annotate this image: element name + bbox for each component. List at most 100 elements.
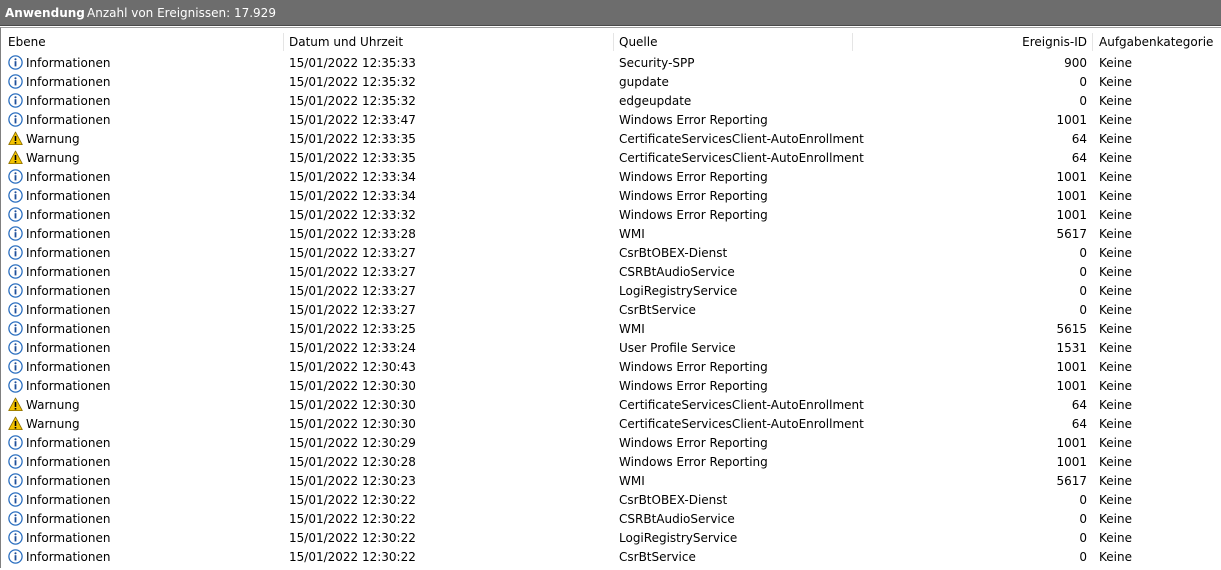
source-cell: CertificateServicesClient-AutoEnrollment bbox=[619, 132, 864, 146]
source-cell: WMI bbox=[619, 322, 645, 336]
date-cell: 15/01/2022 12:33:35 bbox=[289, 151, 416, 165]
info-icon bbox=[8, 530, 23, 545]
source-cell: WMI bbox=[619, 474, 645, 488]
info-icon bbox=[8, 245, 23, 260]
table-row[interactable]: Informationen 15/01/2022 12:33:27 CSRBtAud… bbox=[3, 263, 1221, 282]
event-id-cell: 0 bbox=[1079, 94, 1087, 108]
table-row[interactable]: Informationen 15/01/2022 12:33:24 User Pro… bbox=[3, 339, 1221, 358]
info-icon bbox=[8, 55, 23, 70]
date-cell: 15/01/2022 12:35:32 bbox=[289, 75, 416, 89]
source-cell: CSRBtAudioService bbox=[619, 512, 735, 526]
table-row[interactable]: Warnung 15/01/2022 12:33:35 CertificateSer… bbox=[3, 149, 1221, 168]
table-row[interactable]: Informationen 15/01/2022 12:33:47 Windows … bbox=[3, 111, 1221, 130]
level-cell: Informationen bbox=[8, 510, 110, 529]
level-label: Informationen bbox=[26, 113, 111, 127]
category-cell: Keine bbox=[1099, 170, 1132, 184]
column-header-date[interactable]: Datum und Uhrzeit bbox=[289, 31, 403, 53]
level-cell: Informationen bbox=[8, 548, 110, 567]
table-row[interactable]: Informationen 15/01/2022 12:33:34 Windows … bbox=[3, 187, 1221, 206]
event-id-cell: 64 bbox=[1071, 132, 1087, 146]
category-cell: Keine bbox=[1099, 227, 1132, 241]
level-label: Informationen bbox=[26, 265, 111, 279]
table-row[interactable]: Warnung 15/01/2022 12:30:30 CertificateSer… bbox=[3, 396, 1221, 415]
table-row[interactable]: Informationen 15/01/2022 12:33:27 CsrBtSer… bbox=[3, 301, 1221, 320]
table-row[interactable]: Informationen 15/01/2022 12:30:22 CSRBtAud… bbox=[3, 510, 1221, 529]
level-cell: Informationen bbox=[8, 225, 110, 244]
table-row[interactable]: Informationen 15/01/2022 12:30:22 CsrBtOBE… bbox=[3, 491, 1221, 510]
info-icon bbox=[8, 473, 23, 488]
table-row[interactable]: Warnung 15/01/2022 12:30:30 CertificateSer… bbox=[3, 415, 1221, 434]
column-divider[interactable] bbox=[852, 33, 853, 51]
column-header-event-id[interactable]: Ereignis-ID bbox=[1003, 31, 1087, 53]
info-icon bbox=[8, 549, 23, 564]
info-icon bbox=[8, 378, 23, 393]
table-row[interactable]: Informationen 15/01/2022 12:30:23 WMI 5617 K… bbox=[3, 472, 1221, 491]
level-label: Informationen bbox=[26, 474, 111, 488]
event-id-cell: 1001 bbox=[1056, 360, 1087, 374]
date-cell: 15/01/2022 12:33:34 bbox=[289, 170, 416, 184]
date-cell: 15/01/2022 12:33:25 bbox=[289, 322, 416, 336]
level-label: Informationen bbox=[26, 303, 111, 317]
date-cell: 15/01/2022 12:30:22 bbox=[289, 550, 416, 564]
level-label: Warnung bbox=[26, 417, 80, 431]
level-label: Warnung bbox=[26, 151, 80, 165]
source-cell: CertificateServicesClient-AutoEnrollment bbox=[619, 417, 864, 431]
date-cell: 15/01/2022 12:30:30 bbox=[289, 398, 416, 412]
table-row[interactable]: Informationen 15/01/2022 12:30:28 Windows … bbox=[3, 453, 1221, 472]
table-row[interactable]: Informationen 15/01/2022 12:33:32 Windows … bbox=[3, 206, 1221, 225]
level-label: Informationen bbox=[26, 94, 111, 108]
level-label: Informationen bbox=[26, 284, 111, 298]
table-row[interactable]: Informationen 15/01/2022 12:33:25 WMI 5615 K… bbox=[3, 320, 1221, 339]
table-row[interactable]: Informationen 15/01/2022 12:33:34 Windows … bbox=[3, 168, 1221, 187]
event-id-cell: 0 bbox=[1079, 550, 1087, 564]
level-label: Informationen bbox=[26, 512, 111, 526]
info-icon bbox=[8, 492, 23, 507]
column-divider[interactable] bbox=[613, 33, 614, 51]
level-cell: Informationen bbox=[8, 244, 110, 263]
source-cell: Windows Error Reporting bbox=[619, 170, 768, 184]
info-icon bbox=[8, 207, 23, 222]
date-cell: 15/01/2022 12:33:47 bbox=[289, 113, 416, 127]
table-row[interactable]: Informationen 15/01/2022 12:35:32 edgeupda… bbox=[3, 92, 1221, 111]
table-row[interactable]: Informationen 15/01/2022 12:30:29 Windows … bbox=[3, 434, 1221, 453]
column-divider[interactable] bbox=[283, 33, 284, 51]
category-cell: Keine bbox=[1099, 531, 1132, 545]
level-label: Informationen bbox=[26, 208, 111, 222]
level-label: Warnung bbox=[26, 132, 80, 146]
level-label: Informationen bbox=[26, 550, 111, 564]
column-header-level[interactable]: Ebene bbox=[8, 31, 46, 53]
table-row[interactable]: Informationen 15/01/2022 12:35:32 gupdate 0… bbox=[3, 73, 1221, 92]
source-cell: WMI bbox=[619, 227, 645, 241]
event-id-cell: 1001 bbox=[1056, 113, 1087, 127]
table-row[interactable]: Informationen 15/01/2022 12:30:22 LogiRegi… bbox=[3, 529, 1221, 548]
column-header-source[interactable]: Quelle bbox=[619, 31, 657, 53]
column-divider[interactable] bbox=[1092, 33, 1093, 51]
level-label: Informationen bbox=[26, 227, 111, 241]
info-icon bbox=[8, 359, 23, 374]
column-header-category[interactable]: Aufgabenkategorie bbox=[1099, 31, 1213, 53]
category-cell: Keine bbox=[1099, 322, 1132, 336]
source-cell: gupdate bbox=[619, 75, 669, 89]
category-cell: Keine bbox=[1099, 474, 1132, 488]
category-cell: Keine bbox=[1099, 56, 1132, 70]
date-cell: 15/01/2022 12:33:27 bbox=[289, 284, 416, 298]
date-cell: 15/01/2022 12:33:24 bbox=[289, 341, 416, 355]
source-cell: Windows Error Reporting bbox=[619, 379, 768, 393]
date-cell: 15/01/2022 12:33:28 bbox=[289, 227, 416, 241]
table-row[interactable]: Informationen 15/01/2022 12:30:22 CsrBtSer… bbox=[3, 548, 1221, 567]
table-row[interactable]: Informationen 15/01/2022 12:33:27 CsrBtOBE… bbox=[3, 244, 1221, 263]
table-row[interactable]: Informationen 15/01/2022 12:35:33 Security… bbox=[3, 54, 1221, 73]
date-cell: 15/01/2022 12:30:22 bbox=[289, 531, 416, 545]
column-header-row: Ebene Datum und Uhrzeit Quelle Ereignis-… bbox=[3, 31, 1221, 53]
table-row[interactable]: Informationen 15/01/2022 12:33:27 LogiRegi… bbox=[3, 282, 1221, 301]
level-cell: Informationen bbox=[8, 187, 110, 206]
category-cell: Keine bbox=[1099, 493, 1132, 507]
date-cell: 15/01/2022 12:30:30 bbox=[289, 417, 416, 431]
source-cell: Windows Error Reporting bbox=[619, 455, 768, 469]
date-cell: 15/01/2022 12:30:22 bbox=[289, 512, 416, 526]
table-row[interactable]: Informationen 15/01/2022 12:30:30 Windows … bbox=[3, 377, 1221, 396]
table-row[interactable]: Warnung 15/01/2022 12:33:35 CertificateSer… bbox=[3, 130, 1221, 149]
source-cell: CertificateServicesClient-AutoEnrollment bbox=[619, 151, 864, 165]
table-row[interactable]: Informationen 15/01/2022 12:33:28 WMI 5617 K… bbox=[3, 225, 1221, 244]
table-row[interactable]: Informationen 15/01/2022 12:30:43 Windows … bbox=[3, 358, 1221, 377]
